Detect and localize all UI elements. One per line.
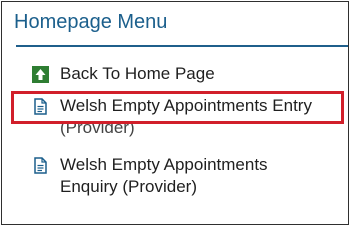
menu-item-welsh-empty-appointments-enquiry[interactable]: Welsh Empty Appointments Enquiry (Provid… xyxy=(32,154,332,198)
menu-item-label-line1: Welsh Empty Appointments Entry xyxy=(60,96,312,115)
menu-item-label: Back To Home Page xyxy=(60,64,215,83)
menu-item-back-to-home[interactable]: Back To Home Page xyxy=(32,63,332,85)
menu-item-label-line1: Welsh Empty Appointments xyxy=(60,155,268,174)
menu-item-label-line2: (Provider) xyxy=(60,118,135,137)
title-divider xyxy=(16,45,348,47)
back-arrow-icon xyxy=(32,66,49,83)
document-icon xyxy=(32,98,49,115)
document-icon xyxy=(32,157,49,174)
menu-item-welsh-empty-appointments-entry[interactable]: Welsh Empty Appointments Entry (Provider… xyxy=(32,95,344,139)
menu-item-label-line2: Enquiry (Provider) xyxy=(60,177,197,196)
menu-title: Homepage Menu xyxy=(14,11,168,33)
